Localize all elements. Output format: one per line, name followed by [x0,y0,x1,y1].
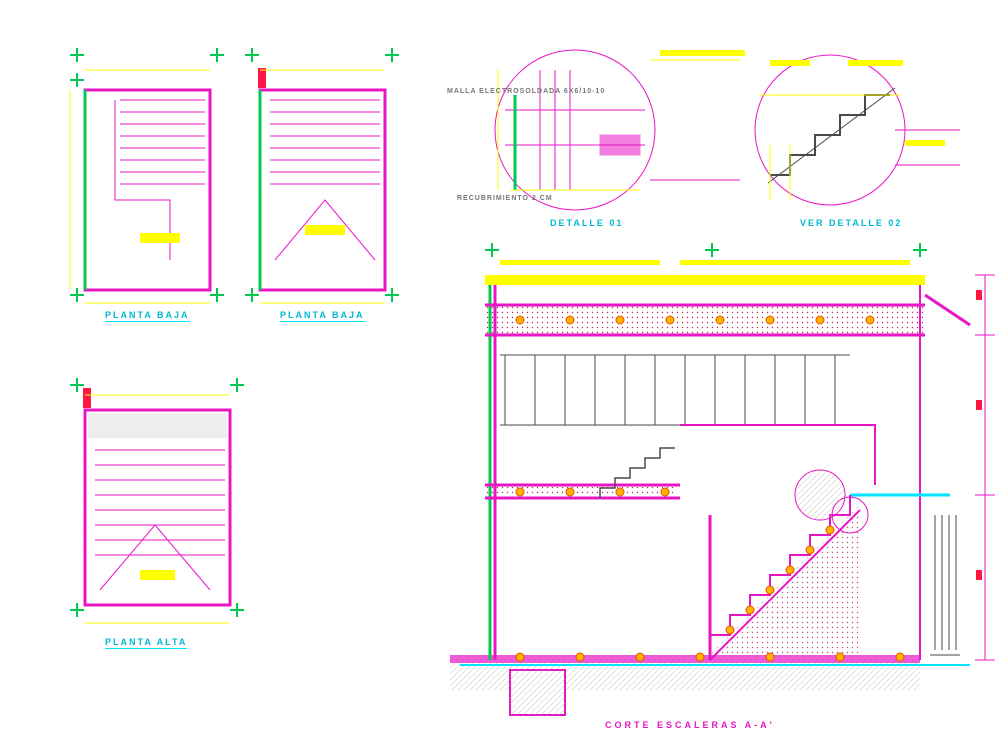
cad-drawing-sheet: PLANTA BAJA PLANTA BAJA [0,0,1000,751]
section-aa [0,0,1000,751]
section-title: CORTE ESCALERAS A-A' [605,720,775,730]
